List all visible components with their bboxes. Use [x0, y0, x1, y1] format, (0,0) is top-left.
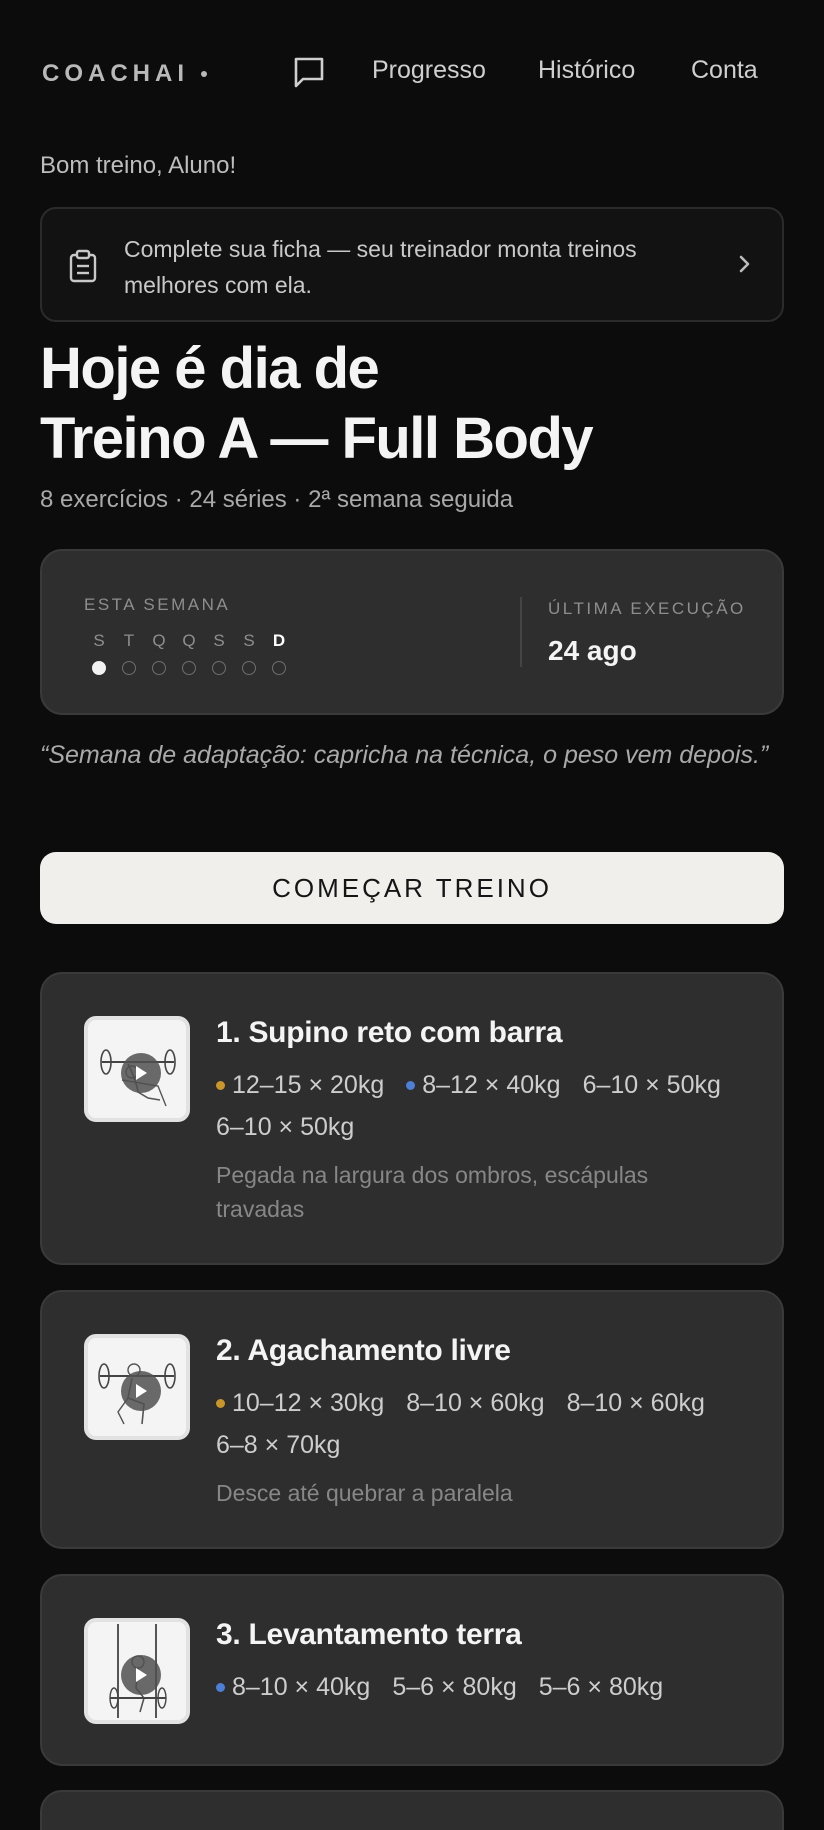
- set-item: 8–10 × 40kg: [216, 1666, 370, 1708]
- week-day-dot: [152, 661, 166, 675]
- exercise-title: 1. Supino reto com barra: [216, 1016, 563, 1049]
- set-text: 6–10 × 50kg: [582, 1071, 721, 1099]
- nav-progresso[interactable]: Progresso: [372, 56, 486, 85]
- set-text: 5–6 × 80kg: [538, 1673, 664, 1701]
- exercise-thumbnail[interactable]: [84, 1334, 190, 1440]
- set-item: 8–10 × 60kg: [567, 1382, 705, 1424]
- coach-quote: “Semana de adaptação: capricha na técnic…: [40, 741, 769, 769]
- page: COACHAI Progresso Histórico Conta Bom tr…: [40, 0, 784, 1830]
- gold-marker-dot: [216, 1398, 225, 1408]
- play-icon[interactable]: [121, 1371, 161, 1411]
- top-nav: COACHAI Progresso Histórico Conta: [40, 0, 784, 146]
- set-text: 6–10 × 50kg: [216, 1113, 355, 1141]
- play-icon[interactable]: [121, 1655, 161, 1695]
- set-text: 8–10 × 60kg: [406, 1389, 545, 1417]
- set-item: 8–10 × 60kg: [406, 1382, 544, 1424]
- set-item: 12–15 × 20kg: [216, 1064, 384, 1106]
- week-day-letter: Q: [152, 631, 166, 650]
- chevron-right-icon: [739, 255, 750, 273]
- exercise-sets: 12–15 × 20kg 8–12 × 40kg 6–10 × 50kg 6–10 ×…: [216, 1064, 756, 1148]
- week-day-dot: [212, 661, 226, 675]
- week-day-letter: D: [272, 631, 286, 650]
- week-day: Q: [174, 631, 204, 675]
- exercise-sets: 10–12 × 30kg 8–10 × 60kg 8–10 × 60kg 6–8 × …: [216, 1382, 756, 1466]
- exercise-card[interactable]: 3. Levantamento terra 8–10 × 40kg 5–6 × 8…: [40, 1574, 784, 1766]
- logo[interactable]: COACHAI: [42, 60, 207, 88]
- week-day: D: [264, 631, 294, 675]
- set-text: 5–6 × 80kg: [392, 1673, 517, 1701]
- set-item: 6–10 × 50kg: [583, 1064, 721, 1106]
- week-card: ESTA SEMANA STQQSSD ÚLTIMA EXECUÇÃO 24 a…: [40, 549, 784, 715]
- week-day-letter: Q: [182, 631, 196, 650]
- set-text: 12–15 × 20kg: [232, 1071, 385, 1099]
- greeting: Bom treino, Aluno!: [40, 152, 237, 179]
- week-day: S: [84, 631, 114, 675]
- exercise-card[interactable]: 2. Agachamento livre 10–12 × 30kg 8–10 × …: [40, 1290, 784, 1549]
- week-day: T: [114, 631, 144, 675]
- set-text: 10–12 × 30kg: [232, 1389, 385, 1417]
- set-text: 8–10 × 60kg: [566, 1389, 705, 1417]
- week-day-dot: [122, 661, 136, 675]
- title-line-1: Hoje é dia de: [40, 336, 380, 401]
- exercise-note: Desce até quebrar a paralela: [216, 1480, 513, 1506]
- week-days: STQQSSD: [84, 631, 294, 675]
- week-day-dot: [272, 661, 286, 675]
- chat-button[interactable]: [289, 52, 329, 92]
- nav-conta[interactable]: Conta: [691, 56, 758, 85]
- clipboard-icon: [69, 249, 97, 283]
- exercise-card[interactable]: 1. Supino reto com barra 12–15 × 20kg 8–1…: [40, 972, 784, 1265]
- set-item: 10–12 × 30kg: [216, 1382, 384, 1424]
- week-day-letter: S: [243, 631, 255, 650]
- logo-text: COACHAI: [42, 60, 189, 87]
- blue-marker-dot: [216, 1682, 225, 1692]
- blue-marker-dot: [406, 1080, 416, 1090]
- divider: [520, 597, 522, 667]
- exercise-sets: 8–10 × 40kg 5–6 × 80kg 5–6 × 80kg: [216, 1666, 756, 1708]
- exercise-note: Pegada na largura dos ombros, escápulas …: [216, 1162, 649, 1222]
- page-title: Hoje é dia de Treino A — Full Body: [40, 334, 594, 474]
- logo-dot: [201, 71, 207, 77]
- last-execution-value: 24 ago: [548, 635, 637, 666]
- week-day: S: [204, 631, 234, 675]
- exercise-title: 3. Levantamento terra: [216, 1618, 522, 1651]
- set-item: 8–12 × 40kg: [406, 1064, 561, 1106]
- exercise-card[interactable]: [40, 1790, 784, 1830]
- week-day-done-dot: [92, 661, 106, 675]
- set-text: 6–8 × 70kg: [216, 1431, 341, 1459]
- set-text: 8–10 × 40kg: [232, 1673, 371, 1701]
- week-day-dot: [182, 661, 196, 675]
- exercise-title: 2. Agachamento livre: [216, 1334, 511, 1367]
- week-day-letter: T: [123, 631, 135, 650]
- exercise-thumbnail[interactable]: [84, 1618, 190, 1724]
- nav-historico[interactable]: Histórico: [538, 56, 635, 85]
- title-line-2: Treino A — Full Body: [40, 406, 594, 471]
- week-day-letter: S: [213, 631, 225, 650]
- start-workout-button[interactable]: COMEÇAR TREINO: [40, 852, 784, 924]
- set-item: 5–6 × 80kg: [539, 1666, 663, 1708]
- week-day-dot: [242, 661, 256, 675]
- week-day: S: [234, 631, 264, 675]
- set-item: 5–6 × 80kg: [392, 1666, 516, 1708]
- chat-icon: [294, 57, 324, 88]
- week-day-letter: S: [93, 631, 105, 650]
- workout-summary: 8 exercícios · 24 séries · 2ª semana seg…: [40, 486, 514, 513]
- banner-text: Complete sua ficha — seu treinador monta…: [124, 236, 637, 298]
- exercise-thumbnail[interactable]: [84, 1016, 190, 1122]
- play-icon[interactable]: [121, 1053, 161, 1093]
- set-item: 6–8 × 70kg: [216, 1424, 340, 1466]
- set-item: 6–10 × 50kg: [216, 1106, 354, 1148]
- last-execution-label: ÚLTIMA EXECUÇÃO: [548, 599, 746, 618]
- complete-profile-banner[interactable]: Complete sua ficha — seu treinador monta…: [40, 207, 784, 322]
- week-label: ESTA SEMANA: [84, 595, 231, 614]
- set-text: 8–12 × 40kg: [422, 1071, 561, 1099]
- gold-marker-dot: [216, 1080, 225, 1090]
- week-day: Q: [144, 631, 174, 675]
